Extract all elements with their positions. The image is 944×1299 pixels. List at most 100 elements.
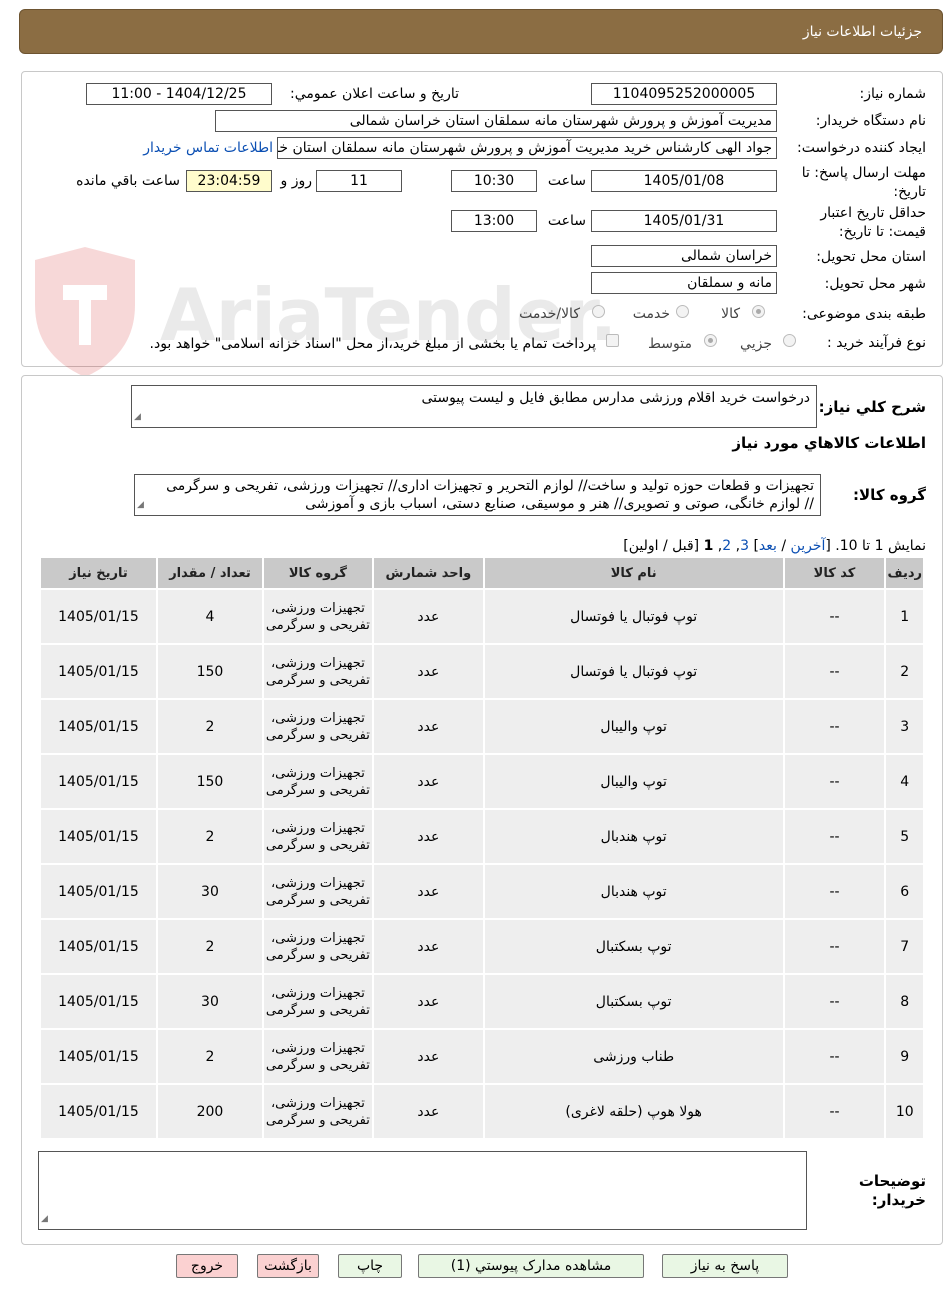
cell-row: 2: [886, 645, 923, 698]
category-service-label: خدمت: [632, 306, 670, 322]
pagination: نمایش 1 تا 10. [آخرین / بعد] 3, 2, 1 [قب…: [623, 538, 926, 554]
process-medium-radio[interactable]: [704, 334, 717, 347]
cell-group: تجهیزات ورزشی، تفریحی و سرگرمی: [263, 810, 372, 863]
buyer-org-field: مدیریت آموزش و پرورش شهرستان مانه سملقان…: [215, 110, 777, 132]
category-service-radio[interactable]: [676, 305, 689, 318]
cell-qty: 150: [158, 755, 262, 808]
cell-date: 1405/01/15: [41, 975, 156, 1028]
buyer-notes-field: ◢: [38, 1151, 807, 1230]
goods-group-field: تجهیزات و قطعات حوزه تولید و ساخت// لواز…: [134, 474, 821, 516]
remaining-label: ساعت باقي مانده: [76, 173, 180, 189]
cell-code: --: [784, 975, 885, 1028]
buyer-notes-label: توضیحات خریدار:: [846, 1172, 926, 1210]
col-group-header: گروه کالا: [263, 558, 372, 588]
cell-group: تجهیزات ورزشی، تفریحی و سرگرمی: [263, 865, 372, 918]
cell-unit: عدد: [373, 755, 483, 808]
resize-grip-icon[interactable]: ◢: [41, 1210, 48, 1228]
table-row: 1 -- توپ فوتبال یا فوتسال عدد تجهیزات ورزشی،…: [41, 590, 923, 643]
process-minor-radio[interactable]: [783, 334, 796, 347]
buyer-notes-label-text: توضیحات خریدار:: [858, 1172, 926, 1209]
cell-group: تجهیزات ورزشی، تفریحی و سرگرمی: [263, 700, 372, 753]
pagination-open: [: [825, 538, 831, 554]
cell-name: توپ والیبال: [484, 755, 783, 808]
pagination-sep: /: [781, 538, 787, 554]
cell-group: تجهیزات ورزشی، تفریحی و سرگرمی: [263, 755, 372, 808]
cell-qty: 2: [158, 810, 262, 863]
requester-field: جواد الهی کارشناس خرید مدیریت آموزش و پر…: [277, 137, 777, 159]
cell-qty: 30: [158, 865, 262, 918]
page-title: جزئیات اطلاعات نیاز: [802, 24, 922, 40]
view-attachments-button[interactable]: مشاهده مدارک پیوستي (1): [418, 1254, 644, 1278]
cell-row: 10: [886, 1085, 923, 1138]
col-qty-header: تعداد / مقدار: [158, 558, 262, 588]
cell-qty: 30: [158, 975, 262, 1028]
province-label: استان محل تحویل:: [816, 249, 926, 265]
category-goods-service-label: کالا/خدمت: [519, 306, 580, 322]
table-row: 5 -- توپ هندبال عدد تجهیزات ورزشی، تفریحی و …: [41, 810, 923, 863]
cell-date: 1405/01/15: [41, 1030, 156, 1083]
pagination-tail: [قبل / اولین]: [623, 538, 700, 554]
cell-row: 4: [886, 755, 923, 808]
cell-group: تجهیزات ورزشی، تفریحی و سرگرمی: [263, 1030, 372, 1083]
resize-grip-icon[interactable]: ◢: [137, 496, 144, 514]
process-medium-label: متوسط: [648, 336, 692, 352]
description-field: درخواست خرید اقلام ورزشی مدارس مطابق فای…: [131, 385, 817, 428]
table-row: 7 -- توپ بسکتبال عدد تجهیزات ورزشی، تفریحی و…: [41, 920, 923, 973]
days-remaining-field: 11: [316, 170, 402, 192]
days-label: روز و: [280, 173, 313, 189]
exit-button[interactable]: خروج: [176, 1254, 238, 1278]
cell-code: --: [784, 755, 885, 808]
print-button[interactable]: چاپ: [338, 1254, 402, 1278]
cell-date: 1405/01/15: [41, 810, 156, 863]
cell-qty: 2: [158, 700, 262, 753]
cell-row: 1: [886, 590, 923, 643]
validity-date-field: 1405/01/31: [591, 210, 777, 232]
remaining-time-field: 23:04:59: [186, 170, 272, 192]
announce-label: تاریخ و ساعت اعلان عمومي:: [290, 86, 459, 102]
city-label: شهر محل تحویل:: [824, 276, 926, 292]
contact-buyer-link[interactable]: اطلاعات تماس خریدار: [143, 140, 273, 156]
cell-unit: عدد: [373, 865, 483, 918]
cell-unit: عدد: [373, 810, 483, 863]
need-number-label: شماره نیاز:: [859, 86, 927, 102]
cell-code: --: [784, 1085, 885, 1138]
col-code-header: کد کالا: [784, 558, 885, 588]
deadline-label: مهلت ارسال پاسخ: تا تاریخ:: [801, 165, 926, 200]
pagination-last-link[interactable]: آخرین: [791, 538, 826, 554]
cell-code: --: [784, 645, 885, 698]
deadline-time-field: 10:30: [451, 170, 537, 192]
table-row: 8 -- توپ بسکتبال عدد تجهیزات ورزشی، تفریحی و…: [41, 975, 923, 1028]
pagination-page-3[interactable]: 3: [740, 538, 749, 554]
pagination-current-page: 1: [703, 538, 714, 554]
goods-group-label: گروه کالا:: [853, 486, 926, 504]
pagination-page-2[interactable]: 2: [722, 538, 731, 554]
category-goods-service-radio[interactable]: [592, 305, 605, 318]
table-header-row: ردیف کد کالا نام کالا واحد شمارش گروه کا…: [41, 558, 923, 588]
cell-row: 7: [886, 920, 923, 973]
cell-name: هولا هوپ (حلقه لاغری): [484, 1085, 783, 1138]
reply-button[interactable]: پاسخ به نیاز: [662, 1254, 788, 1278]
cell-name: توپ هندبال: [484, 865, 783, 918]
cell-date: 1405/01/15: [41, 1085, 156, 1138]
category-goods-radio[interactable]: [752, 305, 765, 318]
category-goods-label: کالا: [721, 306, 740, 322]
pagination-next-link[interactable]: بعد: [759, 538, 777, 554]
treasury-payment-checkbox[interactable]: [606, 334, 619, 347]
table-row: 4 -- توپ والیبال عدد تجهیزات ورزشی، تفریحی و…: [41, 755, 923, 808]
cell-qty: 150: [158, 645, 262, 698]
resize-grip-icon[interactable]: ◢: [134, 408, 141, 426]
cell-code: --: [784, 1030, 885, 1083]
process-label: نوع فرآیند خرید :: [827, 335, 926, 351]
validity-label: حداقل تاریخ اعتبار قیمت: تا تاریخ:: [820, 205, 926, 240]
cell-code: --: [784, 865, 885, 918]
cell-qty: 2: [158, 1030, 262, 1083]
col-unit-header: واحد شمارش: [373, 558, 483, 588]
cell-group: تجهیزات ورزشی، تفریحی و سرگرمی: [263, 645, 372, 698]
cell-unit: عدد: [373, 1030, 483, 1083]
col-row-header: ردیف: [886, 558, 923, 588]
description-text: درخواست خرید اقلام ورزشی مدارس مطابق فای…: [421, 390, 810, 406]
goods-group-line1: تجهیزات و قطعات حوزه تولید و ساخت// لواز…: [166, 478, 814, 494]
back-button[interactable]: بازگشت: [257, 1254, 319, 1278]
cell-name: طناب ورزشی: [484, 1030, 783, 1083]
description-label: شرح کلي نیاز:: [818, 398, 926, 416]
